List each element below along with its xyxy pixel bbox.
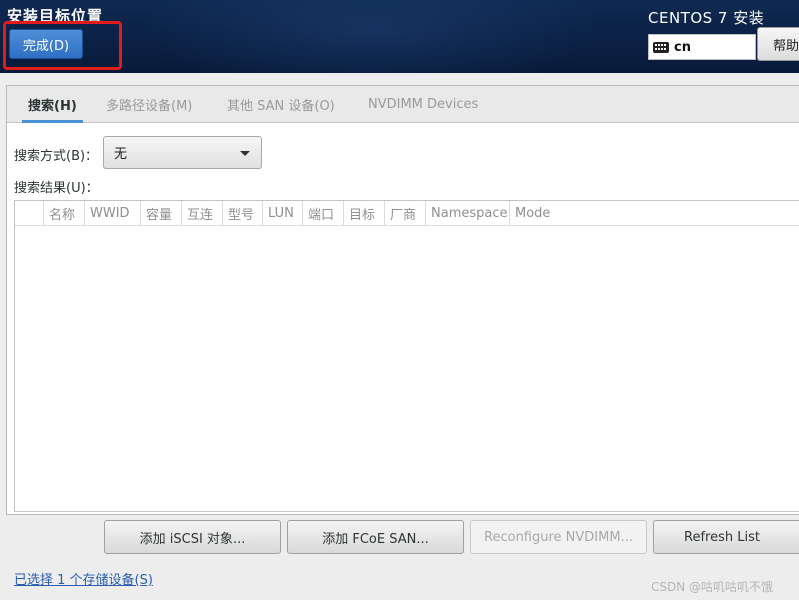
refresh-list-button[interactable]: Refresh List [653,520,799,554]
search-results-label: 搜索结果(U)： [14,181,99,196]
column-header-interconnect[interactable]: 互连 [181,201,222,226]
tab-bar: 搜索(H) 多路径设备(M) 其他 SAN 设备(O) NVDIMM Devic… [7,86,799,123]
add-iscsi-target-button[interactable]: 添加 iSCSI 对象... [104,520,281,554]
keyboard-icon [653,41,669,53]
selected-storage-devices-link[interactable]: 已选择 1 个存储设备(S) [14,569,153,588]
search-mode-label: 搜索方式(B)： [14,149,99,164]
column-header-vendor[interactable]: 厂商 [384,201,425,226]
tab-other-san-devices[interactable]: 其他 SAN 设备(O) [227,86,335,123]
done-button-highlight [3,21,122,70]
column-header-target[interactable]: 目标 [343,201,384,226]
column-header-port[interactable]: 端口 [302,201,343,226]
header-bar: 安装目标位置 完成(D) CENTOS 7 安装 cn 帮助！ [0,0,799,73]
column-header-select[interactable] [15,201,43,226]
watermark: CSDN @咕叽咕叽不饿 [651,580,774,594]
tab-multipath-devices[interactable]: 多路径设备(M) [106,86,192,123]
tab-nvdimm-devices[interactable]: NVDIMM Devices [368,86,478,123]
table-header: 名称 WWID 容量 互连 型号 LUN 端口 目标 厂商 Namespace … [15,201,799,226]
tab-search[interactable]: 搜索(H) [22,86,83,123]
column-header-capacity[interactable]: 容量 [140,201,181,226]
product-title: CENTOS 7 安装 [648,9,765,27]
keyboard-layout-label: cn [674,39,691,55]
search-results-table[interactable]: 名称 WWID 容量 互连 型号 LUN 端口 目标 厂商 Namespace … [14,200,799,512]
header-glow [140,0,600,73]
keyboard-layout-indicator[interactable]: cn [648,34,756,60]
main-panel: 搜索(H) 多路径设备(M) 其他 SAN 设备(O) NVDIMM Devic… [6,85,799,515]
column-header-mode[interactable]: Mode [509,201,569,226]
search-mode-value: 无 [114,147,128,162]
column-header-model[interactable]: 型号 [222,201,262,226]
column-header-namespace[interactable]: Namespace [425,201,509,226]
reconfigure-nvdimm-button[interactable]: Reconfigure NVDIMM... [470,520,647,554]
chevron-down-icon [240,151,250,156]
help-button[interactable]: 帮助！ [757,27,799,61]
column-header-wwid[interactable]: WWID [84,201,140,226]
add-fcoe-san-button[interactable]: 添加 FCoE SAN... [287,520,464,554]
column-header-name[interactable]: 名称 [43,201,84,226]
column-header-lun[interactable]: LUN [262,201,302,226]
search-mode-dropdown[interactable]: 无 [103,136,262,169]
